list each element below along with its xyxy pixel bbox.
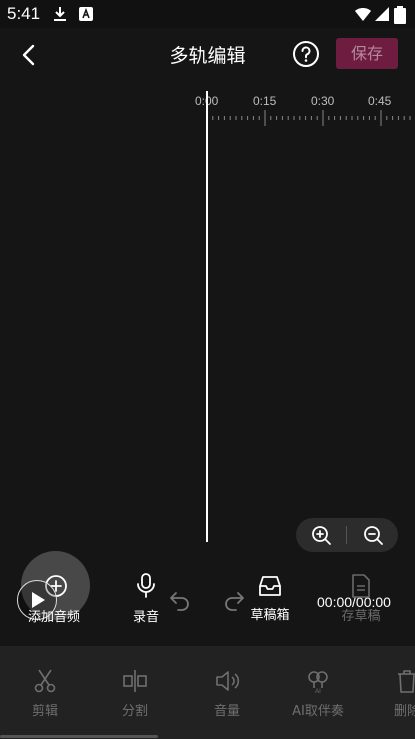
bottom-tool-cut[interactable]: 剪辑 — [10, 668, 80, 719]
bottom-tool-label: 剪辑 — [31, 704, 58, 719]
ruler-mark: 0:30 — [311, 94, 335, 108]
zoom-in-icon[interactable] — [310, 524, 332, 546]
inbox-icon — [259, 576, 281, 596]
save-draft-label: 存草稿 — [341, 609, 381, 624]
bottom-tool-volume[interactable]: 音量 — [192, 668, 262, 719]
status-bar: 5:41 — [0, 0, 415, 28]
record-button[interactable]: 录音 — [128, 572, 164, 625]
add-audio-label: 添加音频 — [28, 610, 81, 625]
battery-icon — [394, 6, 406, 24]
download-icon — [54, 7, 66, 21]
svg-text:AI: AI — [315, 689, 321, 694]
save-draft-button[interactable]: 存草稿 — [339, 573, 383, 624]
header: 多轨编辑 保存 — [0, 28, 415, 80]
zoom-out-icon[interactable] — [362, 524, 384, 546]
help-icon[interactable] — [292, 40, 320, 68]
trash-icon — [398, 670, 415, 693]
volume-icon — [216, 671, 240, 691]
ai-accompaniment-icon: AI — [308, 671, 328, 694]
playhead[interactable] — [206, 91, 208, 542]
document-icon — [352, 574, 370, 598]
bottom-tool-label: 分割 — [121, 704, 148, 719]
wifi-icon — [355, 8, 371, 21]
zoom-divider — [346, 526, 347, 544]
app-notification-icon — [79, 7, 93, 21]
drafts-label: 草稿箱 — [250, 608, 290, 623]
zoom-controls — [296, 518, 398, 552]
record-label: 录音 — [132, 610, 159, 625]
undo-icon[interactable] — [168, 589, 192, 613]
status-time: 5:41 — [7, 4, 41, 23]
bottom-toolbar: 剪辑 分割 音量 AI AI取伴奏 删除 — [0, 646, 415, 739]
bottom-tool-split[interactable]: 分割 — [100, 668, 170, 719]
save-button[interactable]: 保存 — [336, 38, 398, 69]
bottom-tool-delete[interactable]: 删除 — [372, 668, 415, 719]
timeline-area[interactable]: 0:00 0:15 0:30 0:45 — [0, 80, 415, 552]
bottom-tool-label: AI取伴奏 — [292, 704, 344, 719]
bottom-tool-label: 音量 — [213, 704, 240, 719]
bottom-tool-ai-accompaniment[interactable]: AI AI取伴奏 — [283, 668, 353, 719]
scissors-icon — [34, 669, 56, 693]
ruler-mark: 0:45 — [368, 94, 392, 108]
bottom-tool-label: 删除 — [393, 704, 415, 719]
microphone-icon — [137, 573, 155, 598]
signal-icon — [375, 7, 389, 21]
drafts-button[interactable]: 草稿箱 — [248, 574, 292, 623]
redo-icon[interactable] — [222, 589, 246, 613]
toolbar-scroll-indicator — [0, 735, 158, 738]
ruler-mark: 0:15 — [253, 94, 277, 108]
split-icon — [123, 670, 147, 692]
